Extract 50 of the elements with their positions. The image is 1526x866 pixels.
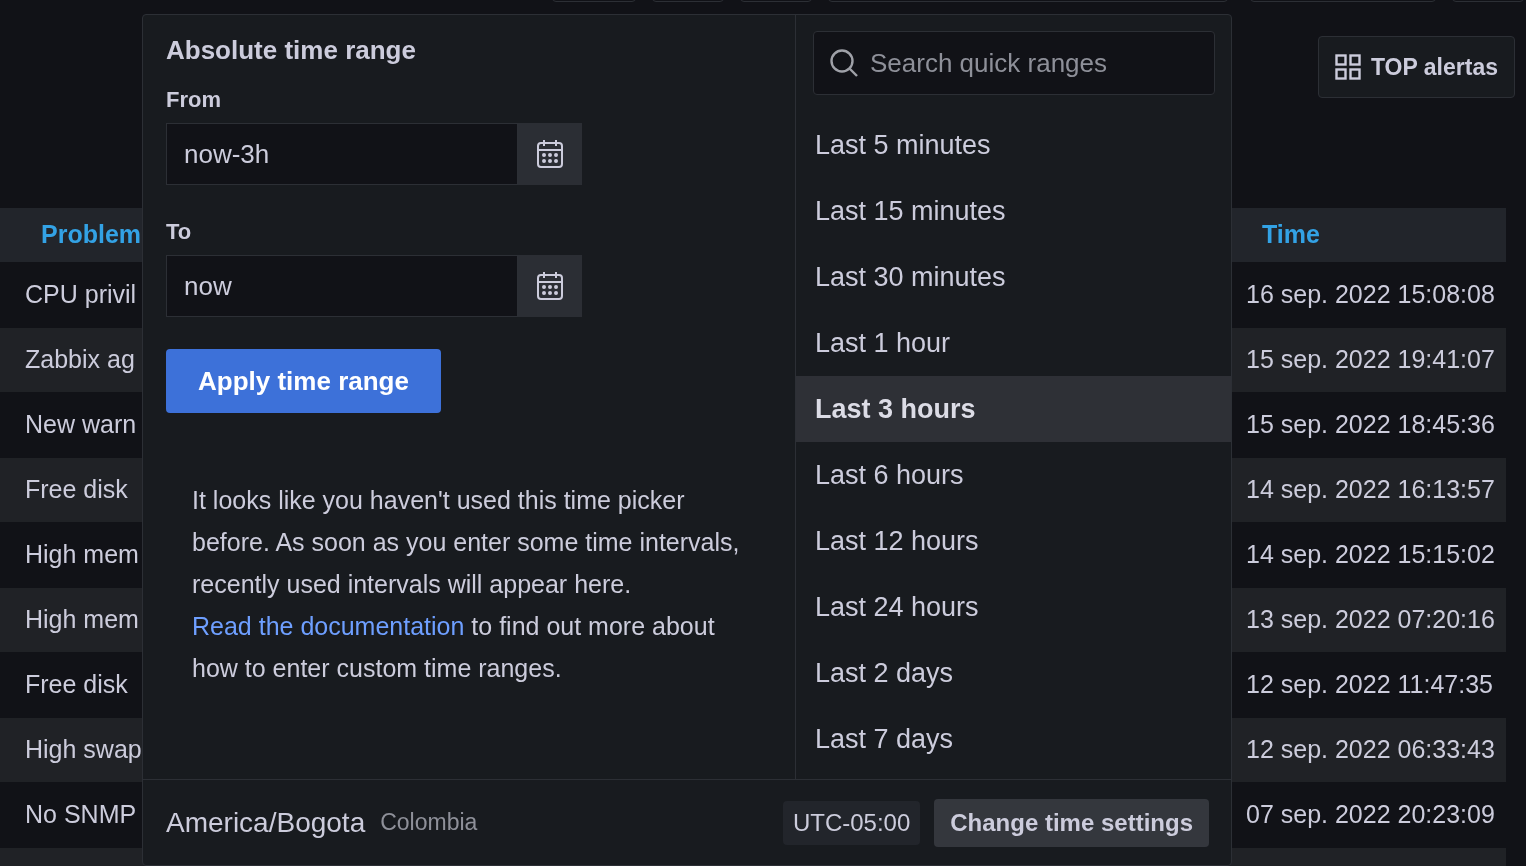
table-cell-text: High mem: [24, 539, 140, 571]
quick-range-item[interactable]: Last 15 minutes: [796, 178, 1231, 244]
search-icon: [829, 48, 859, 78]
table-cell-text: Free disk: [24, 474, 129, 506]
table-cell-text: 14 sep. 2022 16:13:57: [1246, 474, 1495, 506]
table-cell-text: No SNMP: [24, 799, 138, 831]
table-cell-text: High mem: [24, 604, 140, 636]
quick-range-item[interactable]: Last 7 days: [796, 706, 1231, 772]
table-cell-text: New warn: [24, 409, 138, 441]
quick-range-item[interactable]: Last 3 hours: [796, 376, 1231, 442]
calendar-icon: [536, 271, 564, 301]
to-input-field[interactable]: now: [166, 255, 518, 317]
change-time-settings-button[interactable]: Change time settings: [934, 798, 1209, 847]
calendar-icon: [536, 139, 564, 169]
apply-time-range-button[interactable]: Apply time range: [166, 349, 441, 413]
column-header[interactable]: Time: [1262, 216, 1320, 254]
calendar-button[interactable]: [518, 255, 582, 317]
quick-range-item[interactable]: Last 2 days: [796, 640, 1231, 706]
field-label: From: [166, 87, 222, 113]
table-cell-text: Free disk: [24, 669, 129, 701]
top-alerts-button[interactable]: TOP alertas: [1318, 36, 1515, 98]
timezone-name: America/Bogota: [166, 805, 366, 840]
field-label: To: [166, 219, 193, 245]
table-cell-text: 12 sep. 2022 11:47:35: [1246, 669, 1493, 701]
table-cell-text: Zabbix ag: [24, 344, 136, 376]
quick-range-item[interactable]: Last 24 hours: [796, 574, 1231, 640]
table-cell-text: 15 sep. 2022 19:41:07: [1246, 344, 1495, 376]
quick-range-item[interactable]: Last 30 minutes: [796, 244, 1231, 310]
quick-range-item[interactable]: Last 5 minutes: [796, 112, 1231, 178]
country-name: Colombia: [380, 808, 478, 838]
table-cell-text: 14 sep. 2022 15:15:02: [1246, 539, 1495, 571]
table-cell-text: 13 sep. 2022 07:20:16: [1246, 604, 1495, 636]
table-cell-text: 12 sep. 2022 06:33:43: [1246, 734, 1495, 766]
table-cell-text: 16 sep. 2022 15:08:08: [1246, 279, 1495, 311]
column-header[interactable]: Problem: [0, 216, 141, 254]
from-input-field[interactable]: now-3h: [166, 123, 518, 185]
table-cell-text: High swap: [24, 734, 141, 766]
quick-range-item[interactable]: Last 6 hours: [796, 442, 1231, 508]
search-field[interactable]: Search quick ranges: [813, 31, 1215, 95]
table-cell-text: 15 sep. 2022 18:45:36: [1246, 409, 1495, 441]
grid-icon: [1335, 54, 1361, 80]
help-text: It looks like you haven't used this time picker before. As soon as you enter some time intervals, recently used intervals will appear here. Read the documentation to find out more about how to enter custom time ranges.: [192, 485, 741, 684]
quick-range-item[interactable]: Last 12 hours: [796, 508, 1231, 574]
utc-offset-badge: UTC-05:00: [782, 800, 921, 845]
panel-title: Absolute time range: [166, 34, 417, 67]
quick-range-item[interactable]: Last 1 hour: [796, 310, 1231, 376]
calendar-button[interactable]: [518, 123, 582, 185]
documentation-link[interactable]: Read the documentation: [192, 612, 465, 640]
table-cell-text: 07 sep. 2022 20:23:09: [1246, 799, 1495, 831]
table-cell-text: CPU privil: [24, 279, 138, 311]
